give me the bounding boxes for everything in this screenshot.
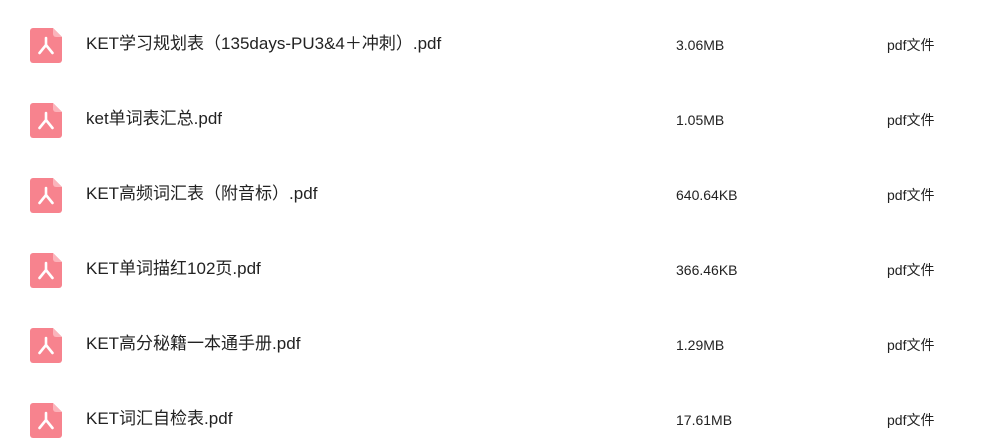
file-name[interactable]: KET高分秘籍一本通手册.pdf xyxy=(86,333,300,355)
file-name[interactable]: ket单词表汇总.pdf xyxy=(86,108,222,130)
file-row[interactable]: KET词汇自检表.pdf 17.61MB pdf文件 xyxy=(0,382,984,440)
pdf-file-icon xyxy=(30,178,62,213)
file-name[interactable]: KET高频词汇表（附音标）.pdf xyxy=(86,183,317,205)
file-row[interactable]: KET高频词汇表（附音标）.pdf 640.64KB pdf文件 xyxy=(0,157,984,232)
pdf-file-icon xyxy=(30,28,62,63)
file-size: 366.46KB xyxy=(676,262,738,278)
pdf-file-icon xyxy=(30,328,62,363)
file-type: pdf文件 xyxy=(887,262,935,278)
pdf-file-icon xyxy=(30,403,62,438)
file-row[interactable]: KET单词描红102页.pdf 366.46KB pdf文件 xyxy=(0,232,984,307)
file-type: pdf文件 xyxy=(887,37,935,53)
file-list: KET学习规划表（135days-PU3&4＋冲刺）.pdf 3.06MB pd… xyxy=(0,0,984,440)
file-row[interactable]: KET学习规划表（135days-PU3&4＋冲刺）.pdf 3.06MB pd… xyxy=(0,7,984,82)
file-type: pdf文件 xyxy=(887,412,935,428)
file-size: 1.29MB xyxy=(676,337,725,353)
pdf-file-icon xyxy=(30,103,62,138)
file-row[interactable]: KET高分秘籍一本通手册.pdf 1.29MB pdf文件 xyxy=(0,307,984,382)
file-row[interactable]: ket单词表汇总.pdf 1.05MB pdf文件 xyxy=(0,82,984,157)
file-size: 1.05MB xyxy=(676,112,725,128)
file-size: 17.61MB xyxy=(676,412,733,428)
file-name[interactable]: KET单词描红102页.pdf xyxy=(86,258,261,280)
file-name[interactable]: KET学习规划表（135days-PU3&4＋冲刺）.pdf xyxy=(86,33,441,55)
file-type: pdf文件 xyxy=(887,187,935,203)
pdf-file-icon xyxy=(30,253,62,288)
file-type: pdf文件 xyxy=(887,337,935,353)
file-size: 3.06MB xyxy=(676,37,725,53)
file-type: pdf文件 xyxy=(887,112,935,128)
file-name[interactable]: KET词汇自检表.pdf xyxy=(86,408,232,430)
file-size: 640.64KB xyxy=(676,187,738,203)
